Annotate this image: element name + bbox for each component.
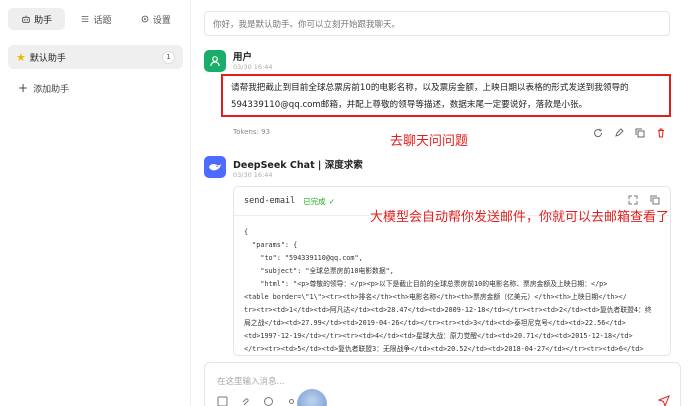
expand-icon[interactable] (628, 195, 638, 208)
at-icon[interactable] (286, 396, 297, 406)
message-input[interactable]: 在这里输入消息... (204, 362, 681, 406)
copy-icon[interactable] (634, 127, 645, 138)
annotation-auto-email: 大模型会自动帮你发送邮件，你就可以去邮箱查看了 (370, 210, 670, 225)
code-line: tr><tr><td>1</td><td>阿凡达</td><td>28.47</… (244, 306, 652, 314)
code-line: "html": "<p>尊敬的领导：</p><p>以下是截止目前的全球总票房前1… (244, 280, 608, 288)
tab-topics-label: 话题 (93, 15, 112, 26)
plus-icon: + (18, 81, 29, 95)
tab-settings-label: 设置 (152, 15, 171, 26)
sidebar: 助手 话题 设置 ★ 默认助手 1 + 添加助手 (0, 0, 191, 406)
attachment-icon[interactable] (240, 396, 251, 406)
whale-icon (209, 163, 221, 171)
tab-assistants-label: 助手 (34, 15, 53, 26)
code-line: { (244, 228, 249, 236)
new-topic-icon[interactable] (217, 396, 228, 406)
code-line: <table border=\"1\"><tr><th>排名</th><th>电… (244, 293, 627, 301)
star-icon: ★ (16, 50, 26, 64)
token-count: Tokens: 93 (233, 128, 271, 136)
code-line: "params": { (244, 241, 298, 249)
gear-icon (141, 15, 149, 23)
user-icon (210, 56, 220, 67)
user-message: 请帮我把截止到目前全球总票房前10的电影名称，以及票房金额，上映日期以表格的形式… (221, 74, 671, 117)
tool-status-label: 已完成 (303, 196, 326, 206)
input-toolbar (217, 396, 297, 406)
user-name: 用户 (233, 52, 253, 63)
code-line: <td>1997-12-19</td></tr><tr><td>4</td><t… (244, 332, 633, 340)
deepseek-avatar (204, 156, 226, 178)
ai-message-time: 03/30 16:44 (233, 171, 273, 179)
tool-status: 已完成 ✓ (303, 196, 335, 207)
refresh-icon[interactable] (592, 127, 603, 138)
topic-count-badge: 1 (162, 50, 175, 64)
input-placeholder: 在这里输入消息... (217, 377, 285, 387)
character-sticker (297, 389, 327, 406)
edit-icon[interactable] (613, 127, 624, 138)
copy-code-icon[interactable] (650, 195, 660, 208)
tool-call-params: { "params": { "to": "594339110@qq.com", … (234, 216, 670, 355)
user-avatar (204, 50, 226, 72)
check-icon: ✓ (328, 196, 335, 206)
tab-settings[interactable]: 设置 (127, 8, 184, 30)
web-search-icon[interactable] (263, 396, 274, 406)
code-line: "subject": "全球总票房前10电影数据", (244, 267, 394, 275)
tool-name: send-email (244, 196, 296, 206)
send-icon[interactable] (657, 394, 670, 406)
add-assistant-button[interactable]: + 添加助手 (18, 81, 69, 95)
delete-icon[interactable] (655, 127, 666, 138)
message-actions (592, 127, 666, 138)
code-line: "to": "594339110@qq.com", (244, 254, 363, 262)
add-assistant-label: 添加助手 (33, 84, 70, 95)
list-icon (82, 16, 89, 22)
chat-area: 你好，我是默认助手。你可以立刻开始跟我聊天。 用户 03/30 16:44 请帮… (192, 0, 690, 406)
tab-assistants[interactable]: 助手 (8, 8, 66, 30)
user-message-time: 03/30 16:44 (233, 63, 273, 71)
robot-icon (22, 15, 30, 23)
tab-topics[interactable]: 话题 (67, 8, 124, 30)
system-message: 你好，我是默认助手。你可以立刻开始跟我聊天。 (204, 11, 670, 36)
annotation-ask-question: 去聊天问问题 (390, 134, 469, 149)
sidebar-tabs: 助手 话题 设置 (8, 8, 184, 30)
ai-model-name: DeepSeek Chat | 深度求索 (233, 160, 363, 171)
assistant-name: 默认助手 (29, 53, 66, 64)
assistant-item-default[interactable]: ★ 默认助手 1 (8, 45, 183, 69)
code-line: 局之战</td><td>27.99</td><td>2019-04-26</td… (244, 319, 626, 327)
code-line: </tr><tr><td>5</td><td>复仇者联盟3：无限战争</td><… (244, 345, 644, 353)
